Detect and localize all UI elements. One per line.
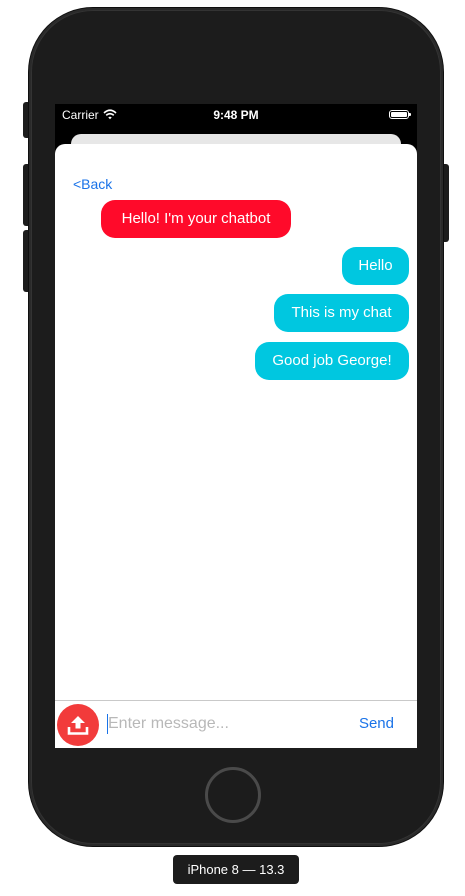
user-message-bubble: Good job George!	[255, 342, 409, 380]
bot-message-bubble: Hello! I'm your chatbot	[101, 200, 291, 238]
device-label: iPhone 8 — 13.3	[173, 855, 299, 884]
upload-icon	[67, 716, 89, 735]
upload-button[interactable]	[57, 704, 99, 746]
message-input[interactable]	[108, 711, 338, 737]
back-button[interactable]: <Back	[73, 176, 112, 192]
status-time: 9:48 PM	[213, 108, 259, 122]
status-bar: Carrier 9:48 PM	[55, 104, 417, 126]
battery-icon	[389, 110, 411, 119]
chat-sheet: <Back Hello! I'm your chatbot Hello This…	[55, 144, 417, 748]
home-button	[205, 767, 261, 823]
message-composer: Send	[55, 700, 417, 748]
send-button[interactable]: Send	[359, 715, 394, 732]
user-message-bubble: This is my chat	[274, 294, 409, 332]
user-message-bubble: Hello	[342, 247, 409, 285]
device-screen: Carrier 9:48 PM <Back Hello! I'm your ch…	[55, 104, 417, 748]
